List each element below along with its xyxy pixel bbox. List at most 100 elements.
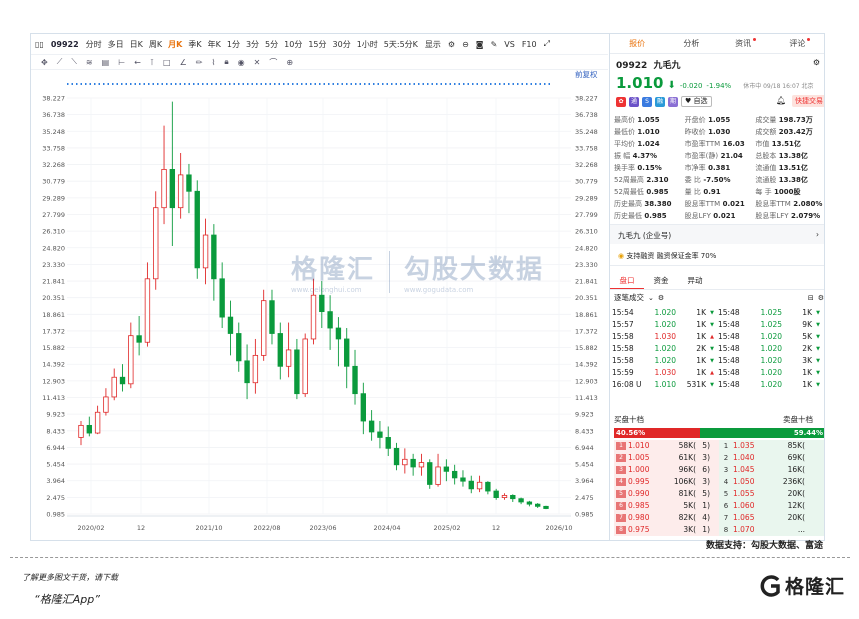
ask-level[interactable]: 3 1.045 16K( — [719, 464, 824, 476]
candle[interactable] — [468, 475, 474, 494]
ruler-tool-icon[interactable]: ⌇ — [211, 58, 215, 67]
candlestick-chart[interactable]: 前复权 38.227 38.227 36.738 36.738 35.248 35.248 3… — [31, 70, 608, 541]
channel-tool-icon[interactable]: ▤ — [102, 58, 110, 67]
camera-icon[interactable]: ◙ — [476, 40, 484, 49]
compare-icon[interactable]: ⊖ — [462, 40, 469, 49]
bid-level[interactable]: 3 1.000 96K(6) — [614, 464, 719, 476]
candle[interactable] — [94, 405, 101, 435]
candle[interactable] — [327, 295, 333, 350]
ask-level[interactable]: 1 1.035 85K( — [719, 440, 824, 452]
period-tab[interactable]: 多日 — [108, 39, 124, 50]
rect-tool-icon[interactable]: □ — [163, 58, 171, 67]
tab-orderbook[interactable]: 盘口 — [610, 274, 644, 289]
adjust-label[interactable]: 前复权 — [575, 70, 598, 79]
ask-level[interactable]: 8 1.070... — [719, 524, 824, 536]
draw-icon[interactable]: ✎ — [491, 40, 498, 49]
candle[interactable] — [153, 191, 159, 290]
period-tab[interactable]: 30分 — [333, 39, 351, 50]
candle[interactable] — [510, 494, 516, 502]
period-tab[interactable]: 5分 — [265, 39, 278, 50]
period-tab[interactable]: 3分 — [246, 39, 259, 50]
candle[interactable] — [460, 470, 466, 487]
period-tab[interactable]: 1小时 — [357, 39, 378, 50]
layout-icon[interactable]: ▯▯ — [35, 40, 44, 49]
candle[interactable] — [128, 322, 134, 389]
bid-level[interactable]: 1 1.010 58K(5) — [614, 440, 719, 452]
candle[interactable] — [377, 421, 383, 449]
period-tab[interactable]: 15分 — [308, 39, 326, 50]
candle[interactable] — [111, 368, 117, 401]
period-tab[interactable]: 月K — [168, 39, 182, 50]
candle[interactable] — [543, 505, 549, 510]
candle[interactable] — [493, 488, 499, 500]
candle[interactable] — [302, 333, 308, 397]
candle[interactable] — [435, 453, 441, 487]
pen-tool-icon[interactable]: ✏ — [196, 58, 203, 67]
tab-comments[interactable]: 评论 — [773, 38, 824, 49]
f10-button[interactable]: F10 — [522, 40, 537, 49]
company-card[interactable]: 九毛九 (企业号) › — [610, 224, 824, 244]
crosshair-icon[interactable]: ✥ — [41, 58, 48, 67]
period-tab[interactable]: 分时 — [86, 39, 102, 50]
candle[interactable] — [451, 464, 458, 485]
period-tab[interactable]: 10分 — [284, 39, 302, 50]
candle[interactable] — [194, 180, 200, 279]
add-favorite-button[interactable]: ♥ 自选 — [681, 96, 712, 107]
candle[interactable] — [402, 448, 408, 474]
candle[interactable] — [144, 262, 151, 347]
candle[interactable] — [119, 364, 126, 392]
candle[interactable] — [103, 388, 109, 416]
line-tool-icon[interactable]: ⟋ — [57, 57, 63, 67]
candle[interactable] — [227, 300, 234, 356]
ask-level[interactable]: 4 1.050 236K( — [719, 476, 824, 488]
settings-icon[interactable]: ⚙ — [448, 40, 455, 49]
period-tab[interactable]: 年K — [208, 39, 221, 50]
tab-capital[interactable]: 资金 — [644, 274, 678, 289]
candle[interactable] — [252, 338, 259, 394]
bid-level[interactable]: 4 0.995 106K(3) — [614, 476, 719, 488]
candle[interactable] — [319, 280, 325, 329]
period-tab[interactable]: 1分 — [227, 39, 240, 50]
candle[interactable] — [219, 262, 225, 329]
ask-level[interactable]: 2 1.040 69K( — [719, 452, 824, 464]
candle[interactable] — [260, 289, 267, 361]
candle[interactable] — [186, 163, 192, 214]
candle[interactable] — [310, 278, 317, 345]
fib-tool-icon[interactable]: ⊢ — [118, 58, 125, 67]
candle[interactable] — [352, 349, 358, 405]
candle[interactable] — [161, 125, 167, 225]
candle[interactable] — [244, 344, 250, 400]
candle[interactable] — [177, 152, 184, 219]
wave-tool-icon[interactable]: ≋ — [86, 58, 93, 67]
period-tab[interactable]: 5天:5分K — [384, 39, 418, 50]
magnet-icon[interactable]: ⌒ — [269, 57, 277, 68]
ask-level[interactable]: 7 1.065 20K( — [719, 512, 824, 524]
quick-trade-button[interactable]: 快捷交易 — [792, 95, 824, 107]
bid-level[interactable]: 7 0.980 82K(4) — [614, 512, 719, 524]
eye-icon[interactable]: ◉ — [238, 58, 245, 67]
candle[interactable] — [78, 421, 84, 446]
candle[interactable] — [518, 497, 524, 505]
chevron-down-icon[interactable]: ⌄ — [648, 294, 654, 302]
ask-level[interactable]: 5 1.055 20K( — [719, 488, 824, 500]
bell-icon[interactable]: 🔔︎ — [776, 96, 786, 105]
settings-icon[interactable]: ⚙ — [658, 294, 664, 302]
arrow-tool-icon[interactable]: ← — [134, 58, 141, 67]
angle-tool-icon[interactable]: ∠ — [180, 58, 187, 67]
panel-settings-icon[interactable]: ⚙ — [818, 294, 824, 302]
candle[interactable] — [360, 382, 367, 435]
candle[interactable] — [427, 459, 433, 489]
bid-level[interactable]: 5 0.990 81K(5) — [614, 488, 719, 500]
period-tab[interactable]: 周K — [149, 39, 162, 50]
candle[interactable] — [344, 328, 350, 389]
candle[interactable] — [476, 475, 483, 493]
candle[interactable] — [169, 101, 176, 246]
candle[interactable] — [485, 481, 491, 495]
period-tab[interactable]: 季K — [188, 39, 201, 50]
ask-level[interactable]: 6 1.060 12K( — [719, 500, 824, 512]
candle[interactable] — [418, 453, 425, 476]
vs-button[interactable]: VS — [504, 40, 515, 49]
company-link[interactable]: 九毛九 (企业号) — [618, 231, 671, 240]
layers-icon[interactable]: ⊕ — [286, 58, 293, 67]
candle[interactable] — [443, 459, 450, 482]
